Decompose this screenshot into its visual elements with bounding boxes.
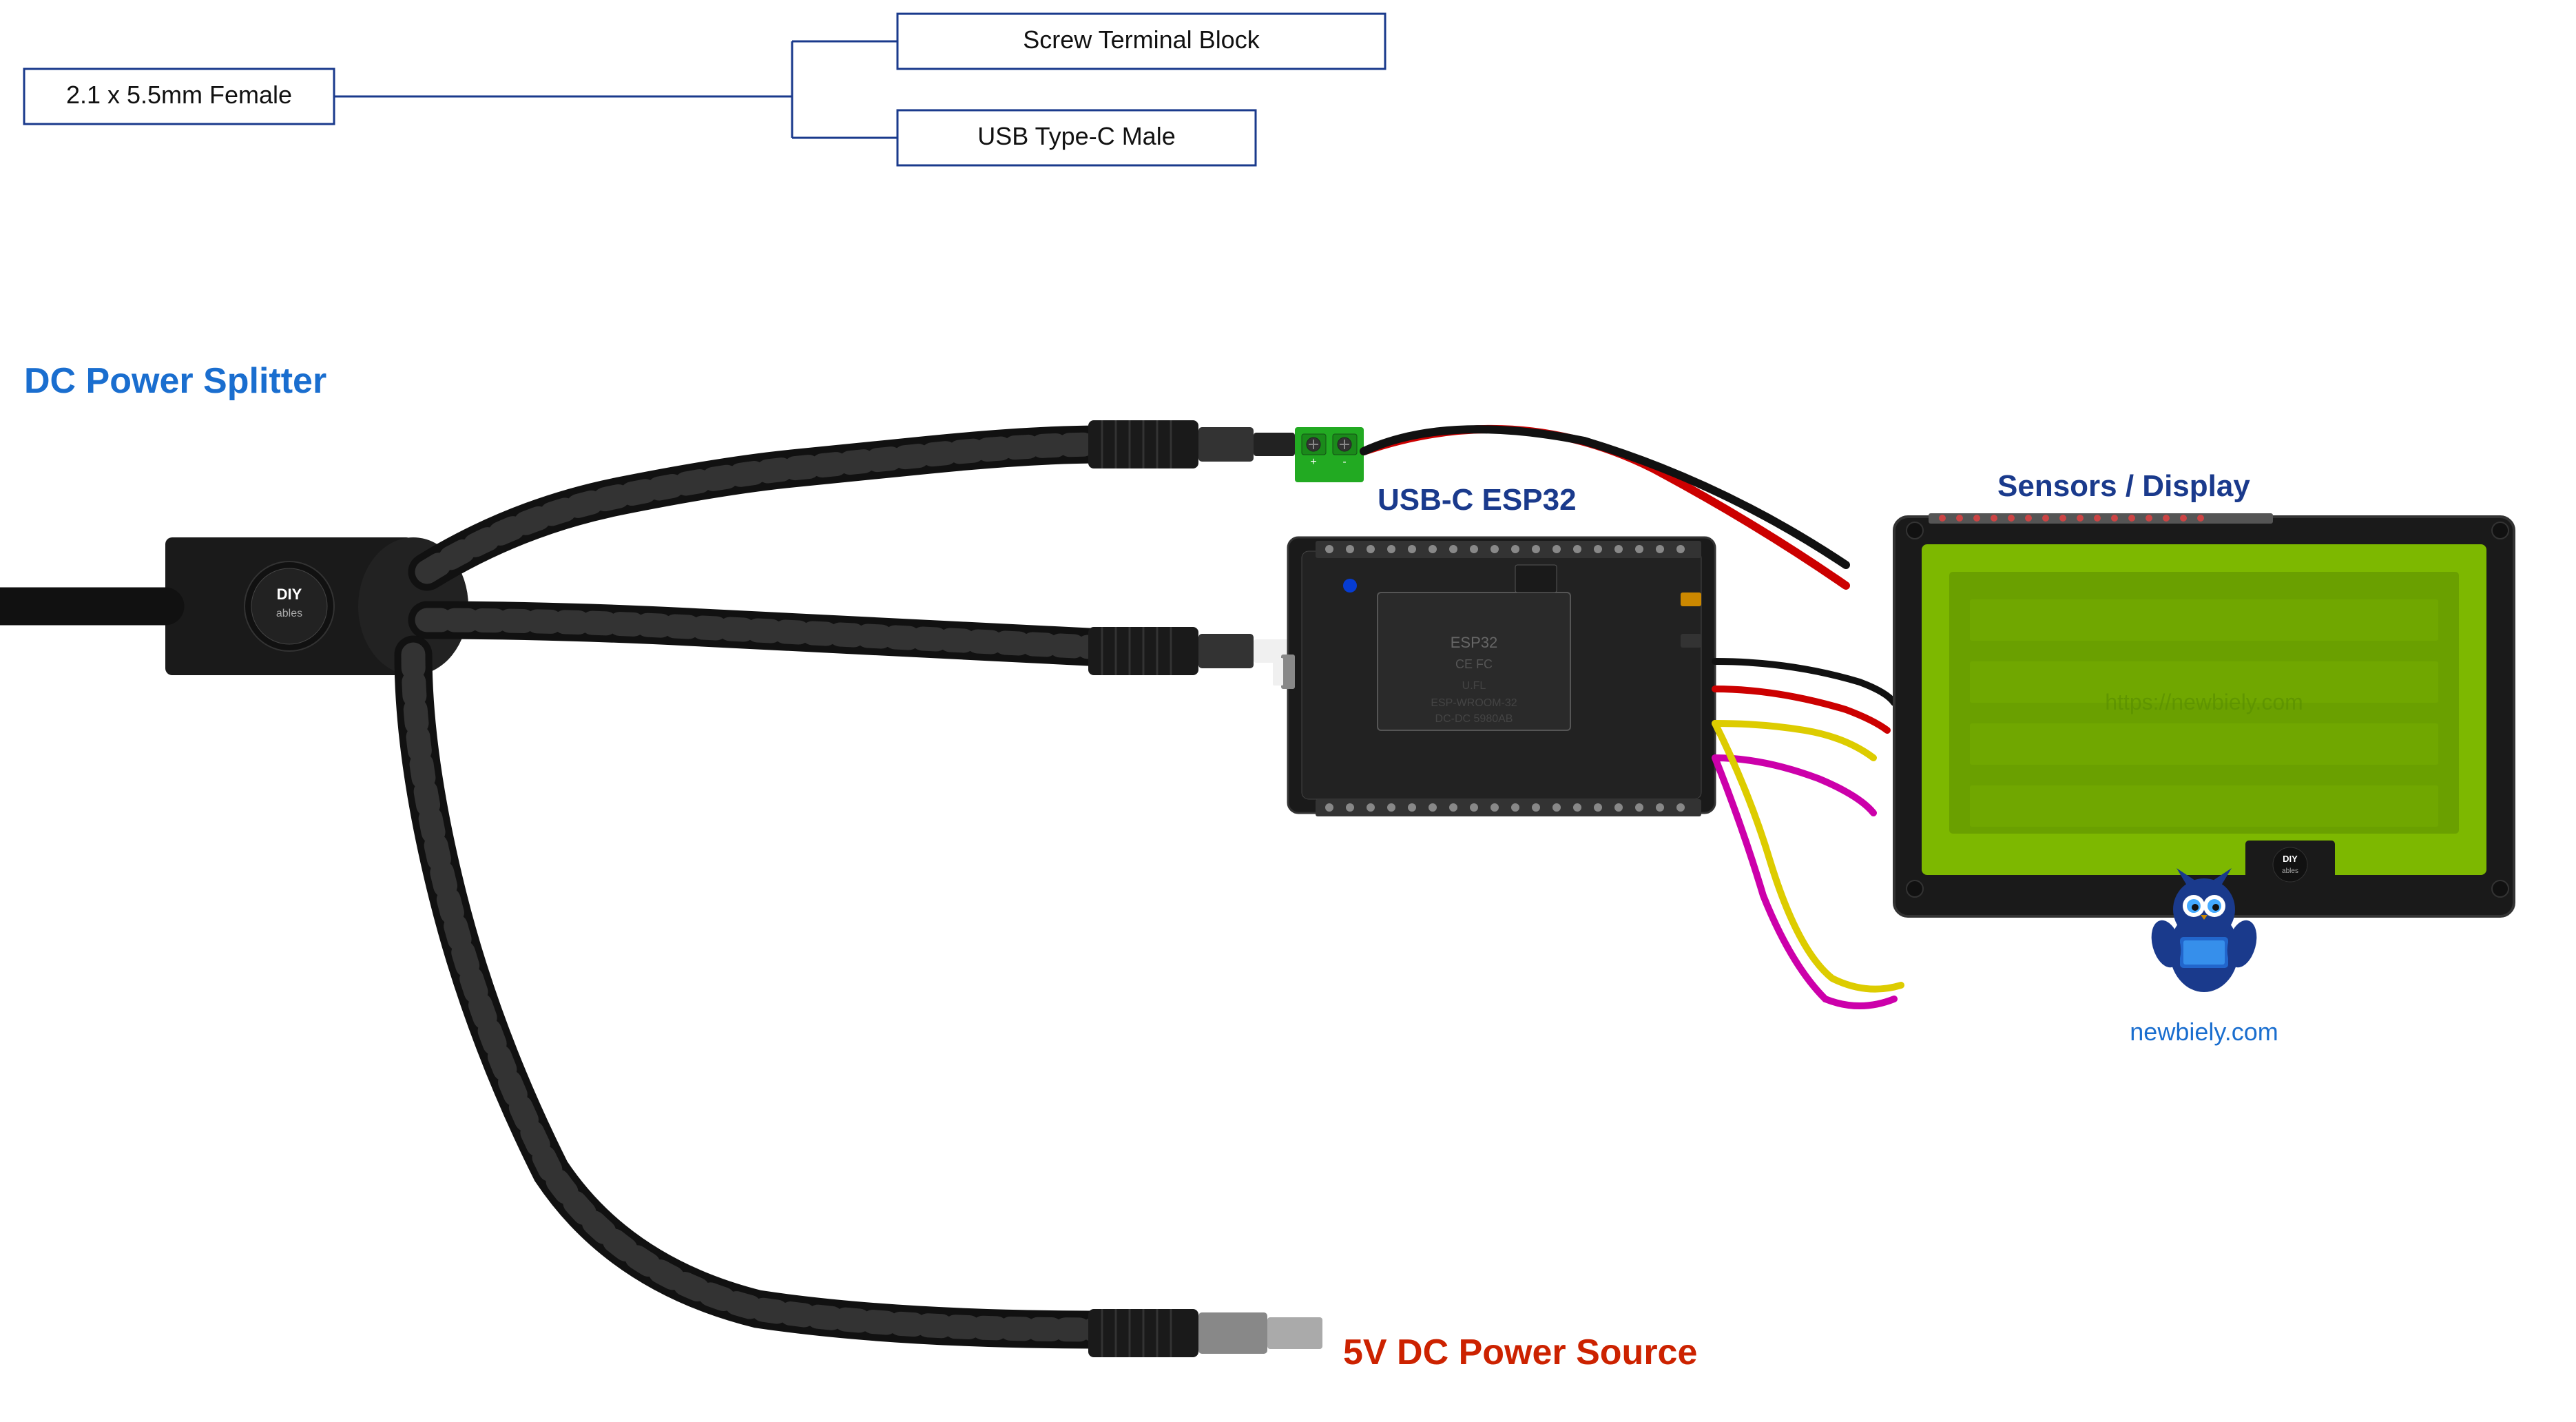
svg-text:ables: ables (276, 608, 302, 619)
dc-power-splitter-label: DC Power Splitter (24, 361, 326, 401)
svg-text:DIY: DIY (2283, 854, 2298, 864)
svg-text:ables: ables (2282, 867, 2298, 875)
svg-text:+: + (1310, 456, 1316, 468)
svg-text:DC-DC 5980AB: DC-DC 5980AB (1435, 713, 1513, 725)
svg-text:CE FC: CE FC (1455, 657, 1493, 671)
svg-text:https://newbiely.com: https://newbiely.com (2105, 690, 2303, 714)
svg-text:U.FL: U.FL (1462, 680, 1486, 692)
svg-text:-: - (1342, 456, 1346, 468)
svg-text:DIY: DIY (277, 586, 302, 603)
svg-text:ESP32: ESP32 (1451, 634, 1498, 651)
power-source-label: 5V DC Power Source (1343, 1332, 1697, 1372)
screw-terminal-label: Screw Terminal Block (1023, 25, 1260, 54)
usb-type-c-label: USB Type-C Male (977, 122, 1175, 150)
wiring-diagram-svg: 2.1 x 5.5mm Female Screw Terminal Block … (0, 0, 2576, 1422)
esp32-label: USB-C ESP32 (1378, 483, 1577, 517)
newbiely-label: newbiely.com (2130, 1018, 2278, 1046)
female-connector-label: 2.1 x 5.5mm Female (66, 81, 292, 109)
sensors-display-label: Sensors / Display (1997, 469, 2250, 503)
diagram-container: 2.1 x 5.5mm Female Screw Terminal Block … (0, 0, 2576, 1422)
svg-text:ESP-WROOM-32: ESP-WROOM-32 (1431, 697, 1517, 709)
